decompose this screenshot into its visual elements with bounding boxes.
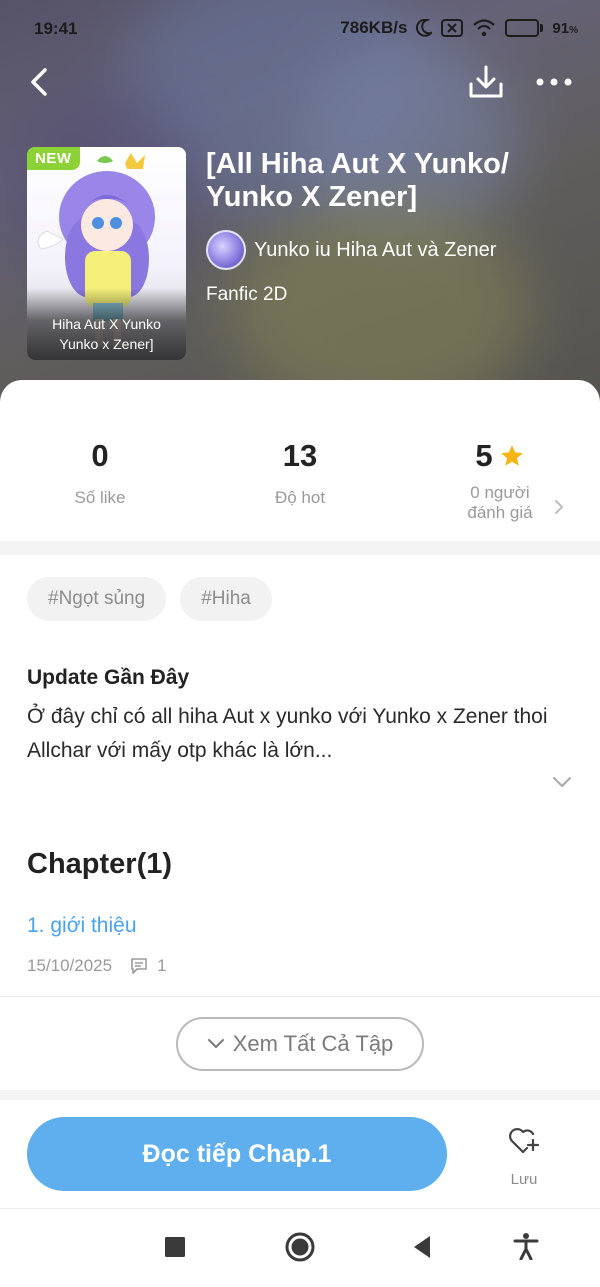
moon-icon [416, 19, 433, 37]
status-time: 19:41 [34, 19, 78, 38]
stat-hot: 13 Độ hot [200, 438, 400, 508]
tag-chip[interactable]: #Ngọt sủng [27, 577, 167, 621]
view-all-label: Xem Tất Cả Tập [232, 1031, 394, 1056]
continue-reading-button[interactable]: Đọc tiếp Chap.1 [27, 1117, 447, 1191]
rating-value: 5 [475, 438, 493, 473]
new-badge: NEW [27, 147, 80, 170]
chapter-date: 15/10/2025 [27, 956, 113, 975]
recents-square-icon[interactable] [163, 1235, 187, 1259]
author-avatar[interactable] [206, 230, 246, 270]
sim-x-icon [441, 19, 464, 37]
more-dots-icon[interactable] [532, 62, 576, 102]
likes-label: Số like [74, 488, 126, 507]
save-label: Lưu [510, 1171, 538, 1188]
likes-value: 0 [91, 438, 109, 473]
star-icon [500, 445, 523, 466]
book-title: [All Hiha Aut X Yunko/ Yunko X Zener] [206, 148, 509, 213]
download-icon[interactable] [466, 62, 506, 102]
tag-chip[interactable]: #Hiha [180, 577, 272, 621]
cover-caption: Hiha Aut X Yunko Yunko x Zener] [27, 288, 186, 360]
view-all-chapters-button[interactable]: Xem Tất Cả Tập [176, 1017, 424, 1071]
update-text: Ở đây chỉ có all hiha Aut x yunko với Yu… [27, 705, 548, 762]
battery-unit: % [569, 24, 578, 36]
rating-label: 0 người đánh giá [467, 483, 533, 522]
back-arrow-icon[interactable] [22, 62, 62, 102]
chapter-meta: 15/10/2025 1 [27, 956, 167, 976]
battery-icon [505, 19, 544, 37]
save-button[interactable]: Lưu [496, 1124, 552, 1188]
chapter-heading: Chapter(1) [27, 848, 173, 880]
author-name[interactable]: Yunko iu Hiha Aut và Zener [254, 239, 496, 262]
back-triangle-icon[interactable] [410, 1234, 434, 1260]
author-link[interactable]: Yunko iu Hiha Aut và Zener [206, 230, 496, 270]
stats-row: 0 Số like 13 Độ hot 5 0 người đánh giá [0, 380, 600, 540]
comment-icon [131, 958, 147, 974]
stat-rating[interactable]: 5 0 người đánh giá [400, 438, 600, 523]
network-speed: 786KB/s [340, 18, 408, 37]
hot-value: 13 [282, 438, 318, 473]
chevron-down-icon[interactable] [551, 773, 573, 791]
accessibility-icon[interactable] [513, 1232, 539, 1260]
chevron-down-icon [207, 1039, 224, 1048]
chapter-link[interactable]: 1. giới thiệu [27, 914, 137, 938]
hot-label: Độ hot [274, 488, 326, 507]
section-divider [0, 541, 600, 555]
stat-likes: 0 Số like [0, 438, 200, 508]
list-divider [0, 996, 600, 997]
book-cover[interactable]: NEW Hiha Aut X Yunko Yunko x Zener] [27, 147, 186, 360]
chevron-right-icon[interactable] [552, 498, 566, 516]
update-heading: Update Gần Đây [27, 666, 190, 689]
tag-list: #Ngọt sủng #Hiha [27, 577, 272, 621]
heart-plus-icon [509, 1128, 540, 1154]
battery-percent: 91 [552, 19, 570, 37]
section-divider [0, 1090, 600, 1100]
status-bar: 19:41 786KB/s 91% [0, 0, 600, 58]
book-genre: Fanfic 2D [206, 284, 288, 305]
wifi-icon [473, 19, 496, 37]
chapter-comment-count: 1 [157, 956, 167, 975]
home-circle-icon[interactable] [284, 1231, 316, 1263]
